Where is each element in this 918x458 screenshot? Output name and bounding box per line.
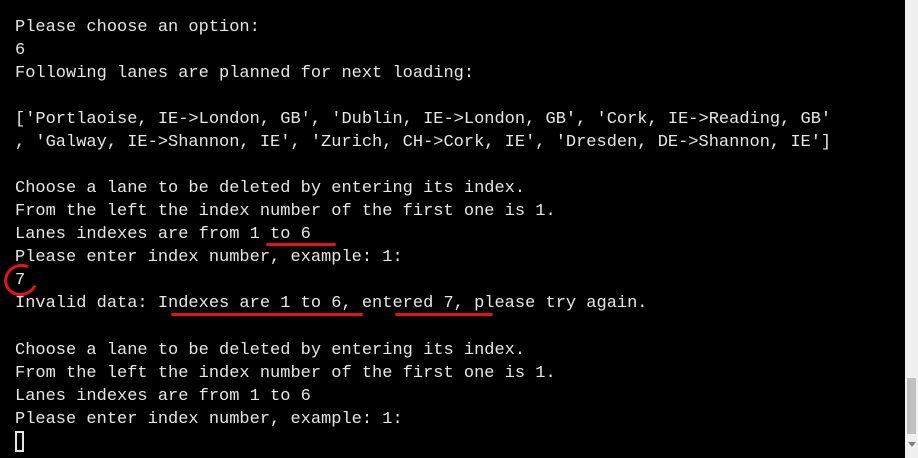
menu-prompt: Please choose an option: — [15, 18, 260, 37]
delete-instruction-repeat: Choose a lane to be deleted by entering … — [15, 341, 526, 360]
range-underline — [266, 243, 336, 246]
index-prompt: Please enter index number, example: 1: — [15, 248, 403, 267]
index-hint-repeat: From the left the index number of the fi… — [15, 364, 556, 383]
index-range-line-repeat: Lanes indexes are from 1 to 6 — [15, 387, 311, 406]
index-prompt-repeat: Please enter index number, example: 1: — [15, 410, 403, 429]
terminal-window[interactable]: ----------------------------- Please cho… — [0, 0, 905, 458]
delete-instruction: Choose a lane to be deleted by entering … — [15, 179, 526, 198]
indexes-underline — [171, 313, 363, 316]
lanes-list-line-2: , 'Galway, IE->Shannon, IE', 'Zurich, CH… — [15, 133, 832, 152]
scrollbar-thumb[interactable] — [907, 378, 916, 434]
index-hint: From the left the index number of the fi… — [15, 202, 556, 221]
block-cursor — [15, 431, 24, 452]
lanes-list-line-1: ['Portlaoise, IE->London, GB', 'Dublin, … — [15, 110, 832, 129]
lanes-heading: Following lanes are planned for next loa… — [15, 64, 475, 83]
separator-line: ----------------------------- — [15, 0, 311, 10]
entered-underline — [395, 313, 493, 316]
scroll-down-arrow-icon[interactable] — [908, 442, 916, 447]
user-input-option: 6 — [15, 41, 26, 60]
error-message: Invalid data: Indexes are 1 to 6, entere… — [15, 294, 648, 313]
vertical-scrollbar[interactable] — [905, 0, 918, 458]
